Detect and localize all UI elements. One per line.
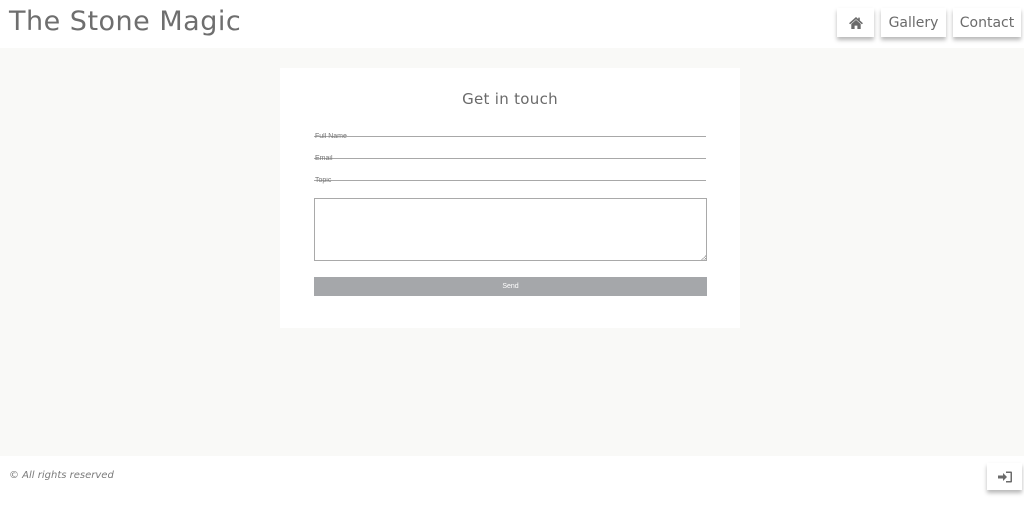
nav-gallery-button[interactable]: Gallery xyxy=(881,8,946,37)
full-name-input[interactable] xyxy=(314,130,706,143)
contact-card: Get in touch Send xyxy=(280,68,740,328)
site-title[interactable]: The Stone Magic xyxy=(9,6,241,37)
home-button[interactable] xyxy=(837,8,874,37)
sign-in-icon xyxy=(997,470,1013,484)
full-name-field-wrap xyxy=(314,123,706,143)
resize-grip-icon[interactable] xyxy=(701,255,706,260)
email-field-wrap xyxy=(314,145,706,165)
email-input[interactable] xyxy=(314,152,706,165)
send-button[interactable]: Send xyxy=(314,277,707,296)
nav-contact-button[interactable]: Contact xyxy=(953,8,1021,37)
form-title: Get in touch xyxy=(462,90,558,108)
topic-field-wrap xyxy=(314,167,706,187)
copyright-text: © All rights reserved xyxy=(9,470,114,481)
top-bar: The Stone Magic Gallery Contact xyxy=(0,0,1024,48)
topic-input[interactable] xyxy=(314,174,706,187)
message-textarea[interactable] xyxy=(314,198,707,261)
login-button[interactable] xyxy=(987,463,1022,490)
home-icon xyxy=(848,16,864,30)
footer: © All rights reserved xyxy=(0,456,1024,506)
